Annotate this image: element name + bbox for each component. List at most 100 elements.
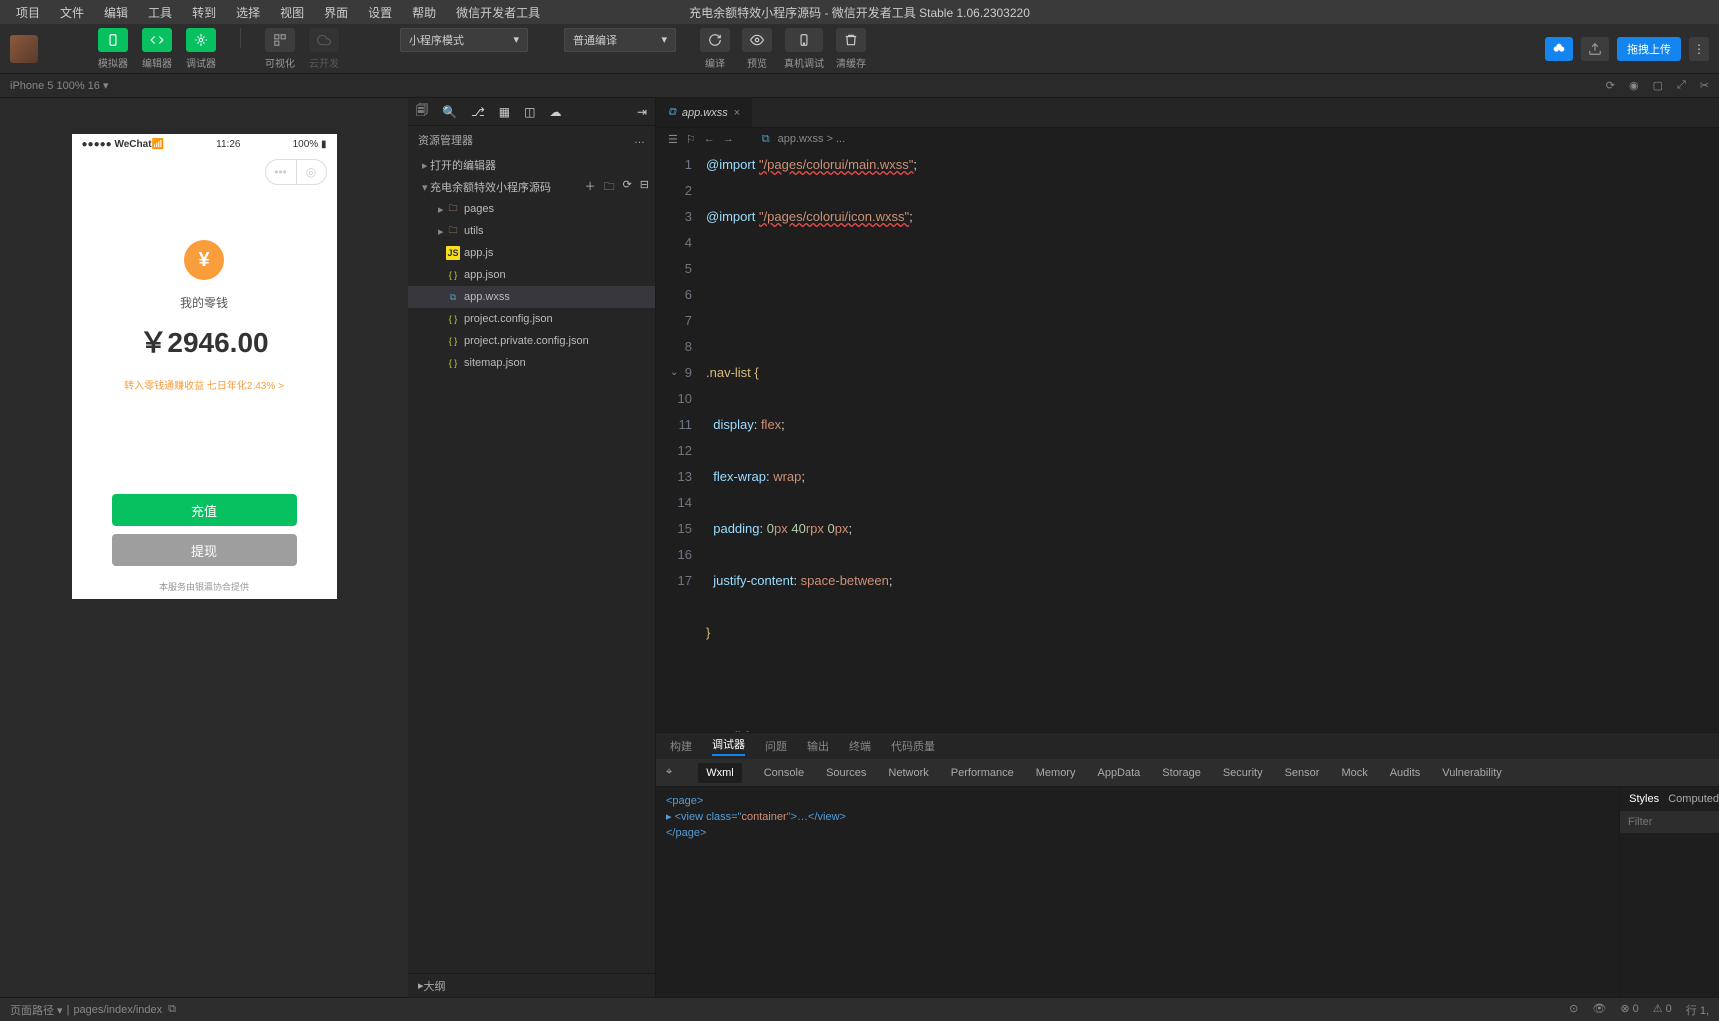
status-errors[interactable]: ⊗ 0 — [1620, 1002, 1638, 1018]
tree-item-app.wxss[interactable]: ⧉app.wxss — [408, 286, 655, 308]
tree-item-project.config.json[interactable]: { }project.config.json — [408, 308, 655, 330]
project-section[interactable]: ▾充电余额特效小程序源码 ＋ 🗀 ⟳ ⊟ — [408, 176, 655, 198]
mode-dropdown[interactable]: 小程序模式▾ — [400, 28, 528, 52]
recharge-button[interactable]: 充值 — [112, 494, 297, 526]
debug-tab-构建[interactable]: 构建 — [670, 738, 692, 754]
preview-button[interactable] — [742, 28, 772, 52]
visual-button[interactable] — [265, 28, 295, 52]
compile-mode-dropdown[interactable]: 普通编译▾ — [564, 28, 676, 52]
menu-file[interactable]: 文件 — [52, 2, 92, 23]
menu-interface[interactable]: 界面 — [316, 2, 356, 23]
debug-tab-输出[interactable]: 输出 — [807, 738, 829, 754]
cut-icon[interactable]: ✂ — [1700, 79, 1709, 92]
devtab-Mock[interactable]: Mock — [1341, 767, 1367, 779]
withdraw-button[interactable]: 提现 — [112, 534, 297, 566]
status-icon2[interactable]: 👁 — [1592, 1002, 1606, 1018]
record-icon[interactable]: ◉ — [1629, 79, 1639, 92]
capsule-menu-icon[interactable]: ••• — [266, 160, 296, 184]
menu-help[interactable]: 帮助 — [404, 2, 444, 23]
refresh-tree-icon[interactable]: ⟳ — [623, 178, 632, 197]
search-icon[interactable]: 🔍 — [442, 105, 457, 119]
tree-item-app.js[interactable]: JSapp.js — [408, 242, 655, 264]
outline-section[interactable]: ▸大纲 — [408, 973, 655, 997]
simulator-button[interactable] — [98, 28, 128, 52]
debug-tab-代码质量[interactable]: 代码质量 — [891, 738, 935, 754]
cloud-button[interactable] — [309, 28, 339, 52]
tree-item-utils[interactable]: ▸🗀utils — [408, 220, 655, 242]
editor-button[interactable] — [142, 28, 172, 52]
devtab-Audits[interactable]: Audits — [1390, 767, 1421, 779]
status-warnings[interactable]: ⚠ 0 — [1653, 1002, 1672, 1018]
balance-tip[interactable]: 转入零钱通赚收益 七日年化2.43% > — [124, 377, 284, 392]
tree-item-pages[interactable]: ▸🗀pages — [408, 198, 655, 220]
devtab-Wxml[interactable]: Wxml — [698, 763, 742, 783]
devtab-Storage[interactable]: Storage — [1162, 767, 1201, 779]
tree-item-sitemap.json[interactable]: { }sitemap.json — [408, 352, 655, 374]
bc-back-icon[interactable]: ← — [704, 133, 715, 145]
breadcrumb-path[interactable]: app.wxss > ... — [778, 133, 846, 145]
device-info[interactable]: iPhone 5 100% 16 ▾ — [10, 79, 108, 92]
debug-tab-问题[interactable]: 问题 — [765, 738, 787, 754]
collapse-icon[interactable]: ⇥ — [637, 105, 647, 119]
debug-tab-终端[interactable]: 终端 — [849, 738, 871, 754]
status-icon1[interactable]: ⊙ — [1569, 1002, 1578, 1018]
menu-select[interactable]: 选择 — [228, 2, 268, 23]
ext-icon[interactable]: ▦ — [499, 105, 510, 119]
devtab-Security[interactable]: Security — [1223, 767, 1263, 779]
tree-item-project.private.config.json[interactable]: { }project.private.config.json — [408, 330, 655, 352]
inspect-icon[interactable]: ⌖ — [666, 766, 672, 779]
capsule-close-icon[interactable]: ◎ — [296, 160, 326, 184]
bc-collapse-icon[interactable]: ☰ — [668, 133, 678, 146]
wxml-panel[interactable]: <page> ▸ <view class="container">…</view… — [656, 787, 1619, 997]
devtab-Memory[interactable]: Memory — [1036, 767, 1076, 779]
styles-tab[interactable]: Styles — [1620, 787, 1668, 811]
drag-upload-button[interactable]: 拖拽上传 — [1617, 37, 1681, 61]
debugger-button[interactable] — [186, 28, 216, 52]
collapse-tree-icon[interactable]: ⊟ — [640, 178, 649, 197]
menu-view[interactable]: 视图 — [272, 2, 312, 23]
menu-tool[interactable]: 工具 — [140, 2, 180, 23]
capsule[interactable]: ••• ◎ — [265, 159, 327, 185]
bc-fwd-icon[interactable]: → — [723, 133, 734, 145]
avatar[interactable] — [10, 35, 38, 63]
devtab-Performance[interactable]: Performance — [951, 767, 1014, 779]
menu-project[interactable]: 项目 — [8, 2, 48, 23]
real-debug-button[interactable] — [785, 28, 823, 52]
new-file-icon[interactable]: ＋ — [585, 178, 596, 197]
refresh-icon[interactable]: ⟳ — [1606, 79, 1615, 92]
menu-goto[interactable]: 转到 — [184, 2, 224, 23]
phone-preview[interactable]: ●●●●● WeChat📶 11:26 100% ▮ ••• ◎ ¥ 我的零钱 … — [72, 134, 337, 599]
devtab-Sensor[interactable]: Sensor — [1285, 767, 1320, 779]
close-tab-icon[interactable]: × — [734, 107, 740, 119]
explorer-more-icon[interactable]: … — [634, 134, 645, 146]
computed-tab[interactable]: Computed — [1668, 787, 1719, 811]
upload-button[interactable] — [1581, 37, 1609, 61]
cloud2-icon[interactable]: ☁ — [549, 105, 561, 119]
more-button[interactable]: ⋮ — [1689, 37, 1709, 61]
cloud-upload-icon[interactable] — [1545, 37, 1573, 61]
page-path[interactable]: pages/index/index — [73, 1004, 162, 1016]
db-icon[interactable]: ◫ — [524, 105, 535, 119]
devtab-Console[interactable]: Console — [764, 767, 804, 779]
clear-cache-button[interactable] — [836, 28, 866, 52]
editor-tab-appwxss[interactable]: ⧉ app.wxss × — [656, 98, 752, 127]
code-editor[interactable]: 1234567891011121314151617 @import "/page… — [656, 150, 1719, 732]
menu-wxdevtools[interactable]: 微信开发者工具 — [448, 2, 548, 23]
branch-icon[interactable]: ⎇ — [471, 105, 485, 119]
menu-edit[interactable]: 编辑 — [96, 2, 136, 23]
device-icon[interactable]: ▢ — [1653, 79, 1663, 92]
open-editors-section[interactable]: ▸打开的编辑器 — [408, 154, 655, 176]
devtab-Vulnerability[interactable]: Vulnerability — [1442, 767, 1502, 779]
bc-bookmark-icon[interactable]: ⚐ — [686, 133, 696, 146]
devtab-Network[interactable]: Network — [888, 767, 928, 779]
menu-settings[interactable]: 设置 — [360, 2, 400, 23]
compile-button[interactable] — [700, 28, 730, 52]
devtab-Sources[interactable]: Sources — [826, 767, 866, 779]
files-icon[interactable]: 🗐 — [416, 101, 428, 122]
tree-item-app.json[interactable]: { }app.json — [408, 264, 655, 286]
devtab-AppData[interactable]: AppData — [1097, 767, 1140, 779]
debug-tab-调试器[interactable]: 调试器 — [712, 736, 745, 756]
page-path-label[interactable]: 页面路径 ▾ — [10, 1002, 63, 1018]
rotate-icon[interactable]: ⤢ — [1677, 79, 1686, 92]
copy-path-icon[interactable]: ⧉ — [168, 1003, 176, 1016]
